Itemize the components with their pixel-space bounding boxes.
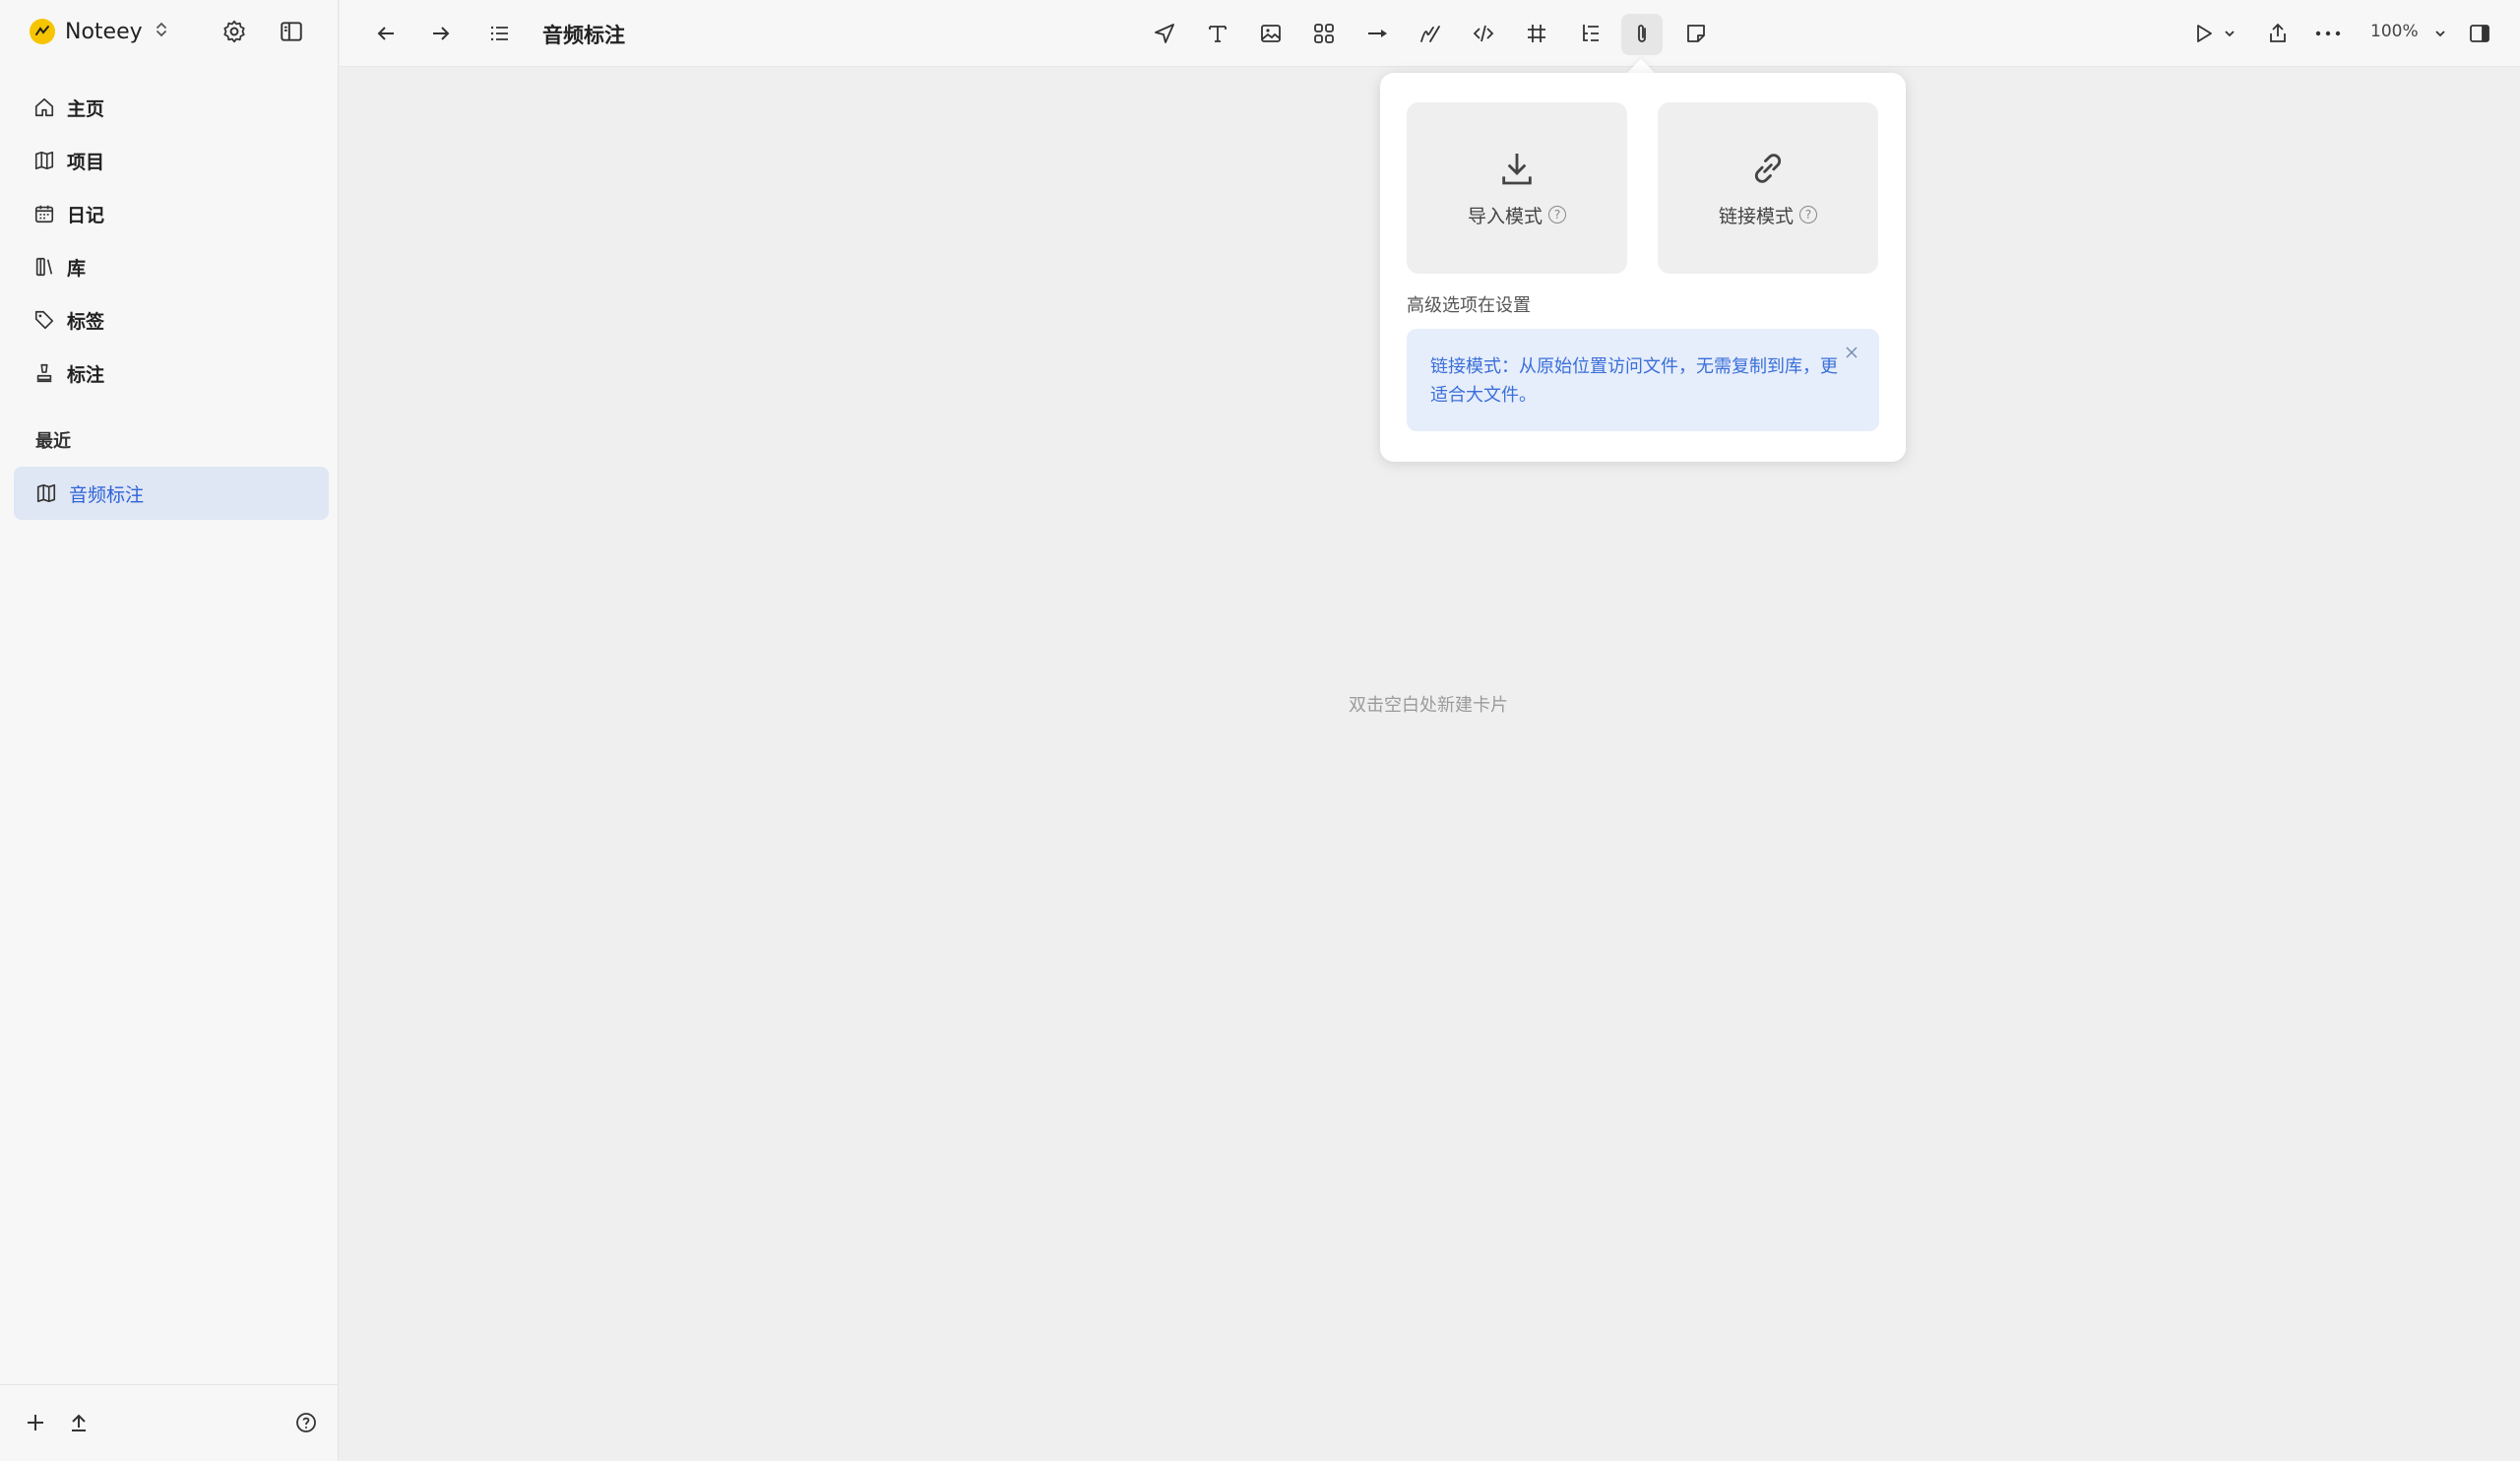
- import-mode-button[interactable]: 导入模式 ?: [1407, 102, 1627, 274]
- top-toolbar: 音频标注 100%: [340, 0, 2520, 67]
- import-mode-label: 导入模式: [1467, 205, 1543, 227]
- sidebar-footer: [0, 1384, 339, 1461]
- recent-section-label: 最近: [35, 431, 71, 452]
- back-arrow-icon[interactable]: [369, 17, 403, 50]
- add-icon[interactable]: [20, 1407, 51, 1438]
- recent-item-audio-annotation[interactable]: 音频标注: [14, 467, 329, 520]
- right-panel-toggle-icon[interactable]: [2463, 17, 2496, 50]
- sidebar: Noteey 主页 项目 日记 库 标签 标注 最近 音频标注: [0, 0, 339, 1461]
- more-options-icon[interactable]: [2311, 17, 2345, 50]
- help-icon[interactable]: [290, 1407, 322, 1438]
- frame-icon[interactable]: [1520, 17, 1553, 50]
- zoom-chevron-down-icon[interactable]: [2430, 17, 2450, 50]
- sidebar-item-annotations[interactable]: 标注: [22, 347, 327, 400]
- chevron-updown-icon: [155, 20, 168, 44]
- zoom-level[interactable]: 100%: [2370, 22, 2419, 41]
- import-mode-label-row: 导入模式 ?: [1468, 202, 1566, 228]
- share-icon[interactable]: [2261, 17, 2295, 50]
- settings-gear-icon[interactable]: [219, 16, 250, 47]
- library-icon: [35, 257, 53, 277]
- calendar-icon: [34, 205, 54, 223]
- sidebar-item-tags[interactable]: 标签: [22, 293, 327, 347]
- upload-icon[interactable]: [63, 1407, 94, 1438]
- annotation-icon: [36, 363, 52, 383]
- advanced-options-link[interactable]: 高级选项在设置: [1407, 291, 1531, 317]
- link-mode-info-box: 链接模式：从原始位置访问文件，无需复制到库，更适合大文件。: [1407, 329, 1879, 431]
- play-icon[interactable]: [2187, 17, 2221, 50]
- sidebar-item-journal[interactable]: 日记: [22, 187, 327, 240]
- image-icon[interactable]: [1254, 17, 1288, 50]
- sidebar-item-home[interactable]: 主页: [22, 81, 327, 134]
- code-icon[interactable]: [1467, 17, 1500, 50]
- play-dropdown-chevron-icon[interactable]: [2220, 17, 2239, 50]
- link-mode-label-row: 链接模式 ?: [1719, 202, 1817, 228]
- link-icon: [1754, 153, 1782, 183]
- outline-list-icon[interactable]: [483, 17, 517, 50]
- map-icon: [36, 483, 56, 503]
- sidebar-item-label: 标签: [67, 310, 105, 333]
- noteey-logo-icon: [30, 19, 55, 44]
- workspace-switcher[interactable]: Noteey: [30, 16, 168, 47]
- sidebar-item-projects[interactable]: 项目: [22, 134, 327, 187]
- outline-tree-icon[interactable]: [1573, 17, 1606, 50]
- pen-icon[interactable]: [1414, 17, 1447, 50]
- download-icon: [1502, 153, 1532, 184]
- recent-item-label: 音频标注: [69, 483, 145, 506]
- components-icon[interactable]: [1307, 17, 1341, 50]
- page-title: 音频标注: [542, 24, 625, 47]
- canvas-empty-hint: 双击空白处新建卡片: [1349, 695, 1508, 716]
- question-circle-icon[interactable]: ?: [1548, 206, 1566, 223]
- sidebar-item-label: 项目: [67, 151, 105, 173]
- sidebar-item-label: 标注: [67, 363, 105, 386]
- sidebar-nav: 主页 项目 日记 库 标签 标注: [22, 81, 327, 400]
- link-mode-button[interactable]: 链接模式 ?: [1658, 102, 1878, 274]
- app-name: Noteey: [65, 19, 143, 44]
- text-icon[interactable]: [1201, 17, 1234, 50]
- sidebar-item-label: 库: [67, 257, 87, 280]
- tag-icon: [34, 310, 54, 330]
- sidebar-toggle-icon[interactable]: [276, 16, 307, 47]
- home-icon: [34, 97, 54, 117]
- question-circle-icon[interactable]: ?: [1799, 206, 1817, 223]
- attachment-popover: 导入模式 ? 链接模式 ? 高级选项在设置 链接模式：从原始位置访问文件，无需复…: [1380, 73, 1906, 462]
- link-mode-label: 链接模式: [1718, 205, 1794, 227]
- sidebar-item-label: 主页: [67, 97, 105, 120]
- sidebar-item-label: 日记: [67, 204, 105, 226]
- sticky-note-icon[interactable]: [1679, 17, 1713, 50]
- send-icon[interactable]: [1148, 17, 1181, 50]
- arrow-icon[interactable]: [1360, 17, 1394, 50]
- info-text: 链接模式：从原始位置访问文件，无需复制到库，更适合大文件。: [1430, 356, 1838, 406]
- forward-arrow-icon[interactable]: [424, 17, 458, 50]
- close-icon[interactable]: [1842, 343, 1861, 362]
- sidebar-item-library[interactable]: 库: [22, 240, 327, 293]
- attachment-icon[interactable]: [1621, 14, 1663, 55]
- map-icon: [34, 151, 54, 170]
